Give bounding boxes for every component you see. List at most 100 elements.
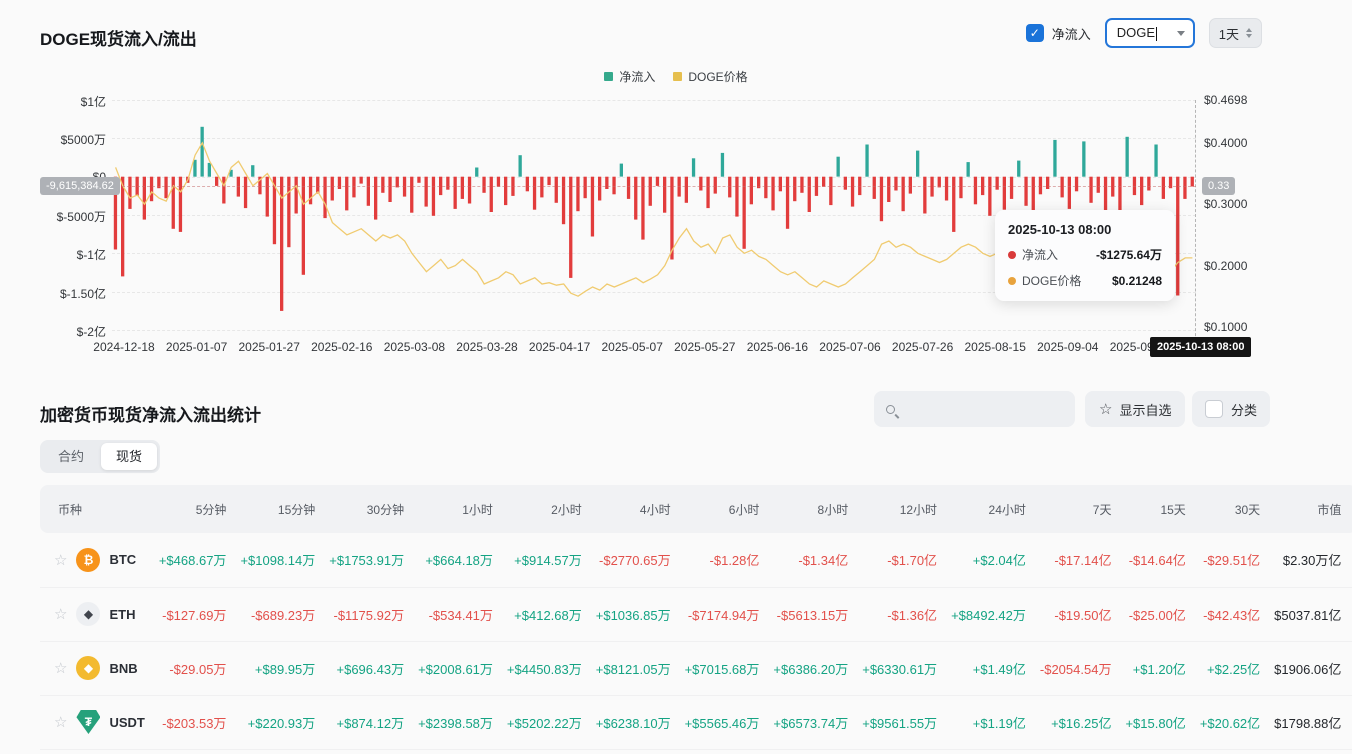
netflow-value-cell: +$2398.58万 [418,695,507,749]
netflow-value-cell: +$914.57万 [507,533,596,587]
column-header[interactable]: 6小时 [685,485,774,533]
netflow-value-cell: -$2054.54万 [1040,641,1126,695]
market-type-tabs: 合约 现货 [40,440,160,473]
x-axis-tick: 2025-02-16 [311,340,372,354]
netflow-value-cell: -$42.43亿 [1200,587,1274,641]
period-select-value: 1天 [1219,24,1239,43]
netflow-dot-icon [1008,251,1016,259]
netflow-value-cell: +$220.93万 [240,695,329,749]
tab-futures[interactable]: 合约 [43,443,99,470]
right-axis-tick: $0.1000 [1204,320,1247,334]
netflow-value-cell: +$1.49亿 [951,641,1040,695]
table-header: 币种5分钟15分钟30分钟1小时2小时4小时6小时8小时12小时24小时7天15… [40,485,1352,533]
column-header[interactable]: 8小时 [773,485,862,533]
netflow-value-cell: -$1.34亿 [773,533,862,587]
x-axis-tick: 2025-05-07 [601,340,662,354]
chart-title: DOGE现货流入/流出 [40,25,197,50]
x-axis-tick: 2025-09-04 [1037,340,1098,354]
coin-cell: ☆◆ETH [54,602,145,626]
column-header[interactable]: 币种 [40,485,159,533]
netflow-checkbox-group[interactable]: ✓ 净流入 [1026,24,1091,43]
market-cap-cell: $5037.81亿 [1274,587,1352,641]
netflow-checkbox-label: 净流入 [1052,24,1091,43]
column-header[interactable]: 15天 [1125,485,1199,533]
legend-item-price[interactable]: DOGE价格 [673,68,747,85]
netflow-value-cell: -$5613.15万 [773,587,862,641]
price-dot-icon [1008,277,1016,285]
netflow-table: 币种5分钟15分钟30分钟1小时2小时4小时6小时8小时12小时24小时7天15… [40,485,1352,750]
table-row[interactable]: ☆◆ETH-$127.69万-$689.23万-$1175.92万-$534.4… [40,587,1352,641]
legend-label-netflow: 净流入 [619,68,655,85]
netflow-value-cell: +$1.20亿 [1125,641,1199,695]
netflow-value-cell: -$7174.94万 [685,587,774,641]
x-axis-tick: 2025-03-28 [456,340,517,354]
netflow-value-cell: +$1036.85万 [596,587,685,641]
show-favorites-button[interactable]: ☆ 显示自选 [1085,391,1185,427]
btc-coin-icon: ₿ [76,548,100,572]
tab-spot[interactable]: 现货 [101,443,157,470]
netflow-value-cell: +$5202.22万 [507,695,596,749]
column-header[interactable]: 12小时 [862,485,951,533]
netflow-value-cell: -$203.53万 [159,695,241,749]
netflow-value-cell: +$2008.61万 [418,641,507,695]
netflow-value-cell: -$1.70亿 [862,533,951,587]
chart-tooltip: 2025-10-13 08:00 净流入 -$1275.64万 DOGE价格 $… [995,210,1175,301]
netflow-value-cell: +$664.18万 [418,533,507,587]
netflow-value-cell: +$2.04亿 [951,533,1040,587]
favorite-star-icon[interactable]: ☆ [54,605,67,623]
x-axis-tick: 2025-06-16 [747,340,808,354]
tooltip-row-price: DOGE价格 $0.21248 [1008,272,1162,289]
netflow-value-cell: +$89.95万 [240,641,329,695]
column-header[interactable]: 1小时 [418,485,507,533]
netflow-value-cell: -$29.05万 [159,641,241,695]
coin-symbol: BNB [109,661,137,676]
column-header[interactable]: 4小时 [596,485,685,533]
tooltip-price-value: $0.21248 [1112,274,1162,288]
x-axis-tick: 2025-05-27 [674,340,735,354]
netflow-value-cell: +$9561.55万 [862,695,951,749]
netflow-value-cell: -$25.00亿 [1125,587,1199,641]
bnb-coin-icon: ◆ [76,656,100,680]
favorite-star-icon[interactable]: ☆ [54,659,67,677]
x-axis-tick: 2025-03-08 [384,340,445,354]
column-header[interactable]: 30分钟 [329,485,418,533]
netflow-value-cell: +$4450.83万 [507,641,596,695]
search-input[interactable] [905,402,1055,417]
netflow-value-cell: +$16.25亿 [1040,695,1126,749]
netflow-value-cell: +$5565.46万 [685,695,774,749]
x-axis-tick: 2025-08-15 [964,340,1025,354]
period-select[interactable]: 1天 [1209,18,1262,48]
search-box[interactable] [874,391,1075,427]
netflow-value-cell: -$1.28亿 [685,533,774,587]
column-header[interactable]: 15分钟 [240,485,329,533]
market-cap-cell: $2.30万亿 [1274,533,1352,587]
column-header[interactable]: 2小时 [507,485,596,533]
legend-swatch-netflow [604,72,613,81]
left-axis-tick: $5000万 [30,131,106,148]
spinner-icon [1246,28,1252,38]
column-header[interactable]: 7天 [1040,485,1126,533]
favorite-star-icon[interactable]: ☆ [54,551,67,569]
category-toggle[interactable]: 分类 [1192,391,1270,427]
symbol-select[interactable]: DOGE [1105,18,1195,48]
netflow-value-cell: +$412.68万 [507,587,596,641]
table-row[interactable]: ☆◆BNB-$29.05万+$89.95万+$696.43万+$2008.61万… [40,641,1352,695]
x-axis-tick: 2024-12-18 [93,340,154,354]
eth-coin-icon: ◆ [76,602,100,626]
column-header[interactable]: 市值 [1274,485,1352,533]
text-cursor [1156,27,1157,41]
netflow-checkbox[interactable]: ✓ [1026,24,1044,42]
usdt-coin-icon: ₮ [76,710,100,734]
netflow-value-cell: -$127.69万 [159,587,241,641]
column-header[interactable]: 30天 [1200,485,1274,533]
netflow-value-cell: +$20.62亿 [1200,695,1274,749]
netflow-value-cell: -$29.51亿 [1200,533,1274,587]
favorite-star-icon[interactable]: ☆ [54,713,67,731]
table-row[interactable]: ☆₮USDT-$203.53万+$220.93万+$874.12万+$2398.… [40,695,1352,749]
table-row[interactable]: ☆₿BTC+$468.67万+$1098.14万+$1753.91万+$664.… [40,533,1352,587]
netflow-value-cell: +$6238.10万 [596,695,685,749]
legend-item-netflow[interactable]: 净流入 [604,68,655,85]
column-header[interactable]: 5分钟 [159,485,241,533]
category-checkbox[interactable] [1205,400,1223,418]
column-header[interactable]: 24小时 [951,485,1040,533]
